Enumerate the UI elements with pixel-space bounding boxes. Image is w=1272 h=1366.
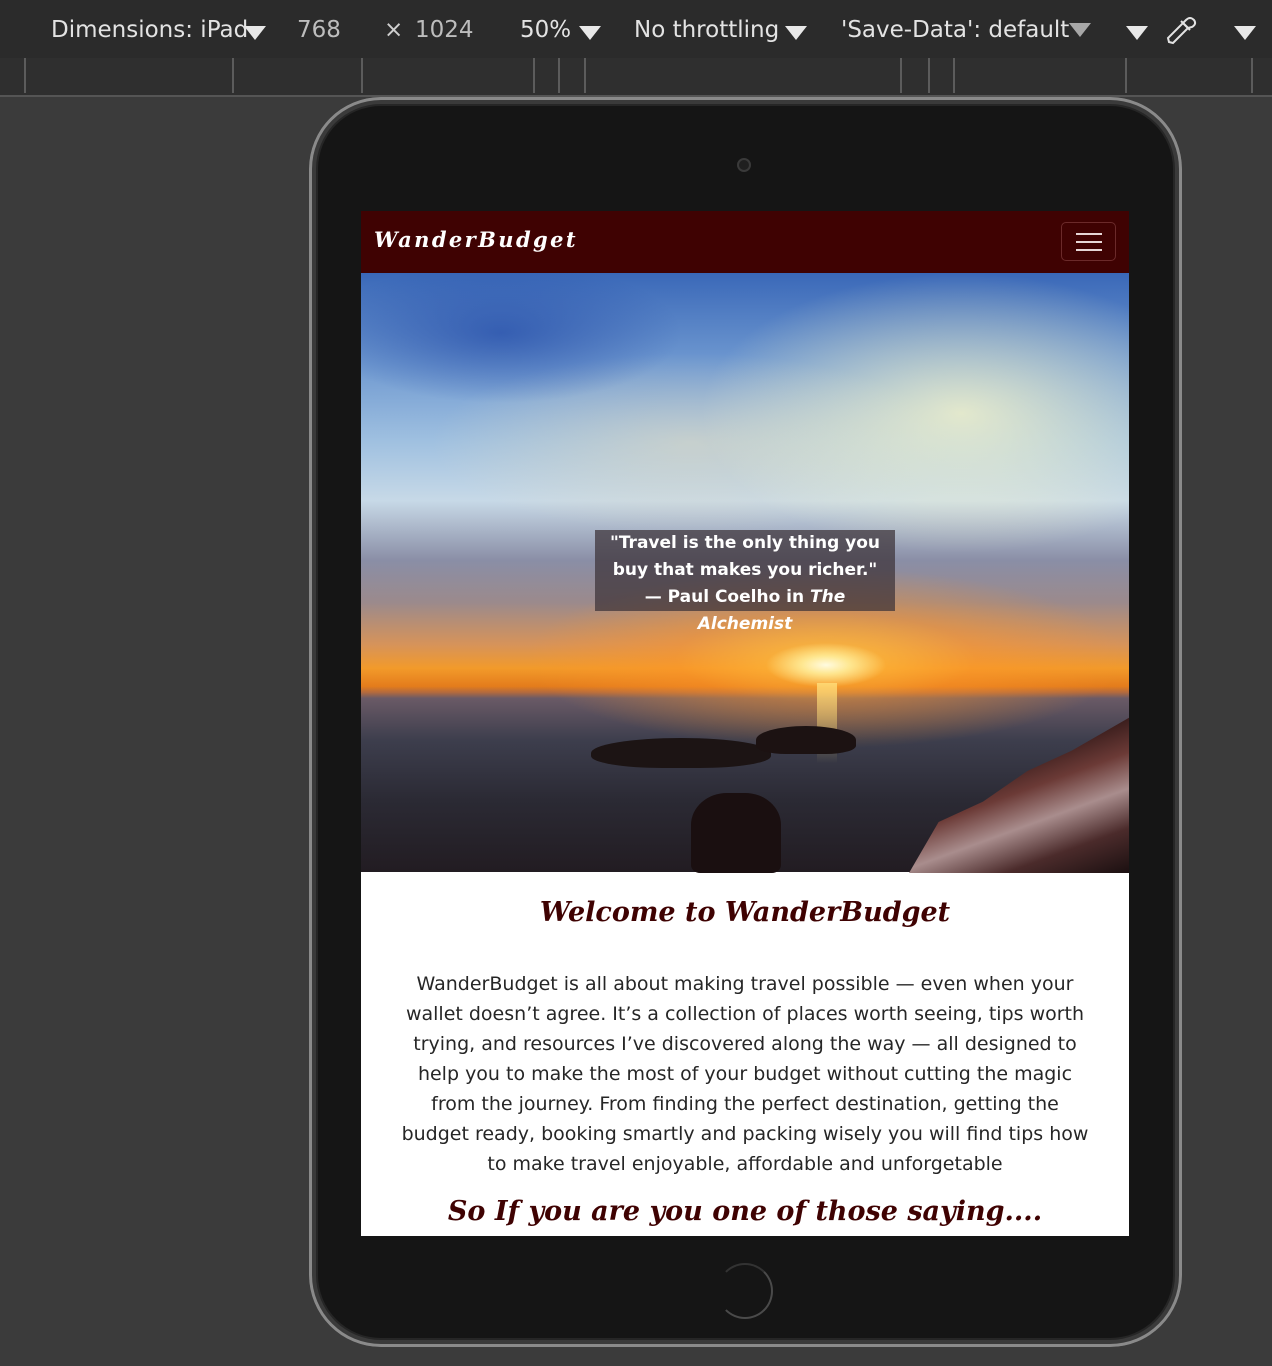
navbar: WanderBudget: [361, 211, 1129, 273]
people-silhouette: [691, 793, 781, 873]
chevron-down-icon[interactable]: [579, 26, 601, 40]
hamburger-bar: [1076, 233, 1102, 235]
devtools-device-toolbar: Dimensions: iPad 768 × 1024 50% No throt…: [0, 0, 1272, 59]
chevron-down-icon[interactable]: [1069, 23, 1091, 37]
ruler-tick: [24, 58, 26, 93]
ruler-tick: [928, 58, 930, 93]
zoom-select[interactable]: 50%: [520, 14, 571, 46]
ruler-tick: [361, 58, 363, 93]
width-input[interactable]: 768: [297, 14, 341, 46]
hamburger-menu-icon[interactable]: [1061, 222, 1116, 261]
camera-icon: [737, 158, 751, 172]
hero-image: "Travel is the only thing you buy that m…: [361, 273, 1129, 873]
device-screen: WanderBudget "Travel is the only thing y…: [361, 211, 1129, 1236]
hero-quote: "Travel is the only thing you buy that m…: [595, 530, 895, 634]
saying-heading: So If you are you one of those saying...…: [447, 1196, 1043, 1227]
ruler-tick: [584, 58, 586, 93]
quote-attribution: — Paul Coelho in The Alchemist: [595, 584, 895, 638]
height-input[interactable]: 1024: [415, 14, 474, 46]
times-icon: ×: [384, 17, 404, 43]
chevron-down-icon[interactable]: [1126, 26, 1148, 40]
ruler-tick: [953, 58, 955, 93]
hamburger-bar: [1076, 241, 1102, 243]
chevron-down-icon[interactable]: [244, 26, 266, 40]
throttling-select[interactable]: No throttling: [634, 14, 779, 46]
quote-text: "Travel is the only thing you buy that m…: [609, 533, 881, 580]
chevron-down-icon[interactable]: [1234, 26, 1256, 40]
dimensions-select[interactable]: Dimensions: iPad: [51, 14, 248, 46]
media-query-bar[interactable]: [0, 58, 1272, 97]
chevron-down-icon[interactable]: [785, 26, 807, 40]
save-data-select[interactable]: 'Save-Data': default: [841, 14, 1069, 46]
rock-silhouette: [756, 726, 856, 754]
home-button-icon[interactable]: [717, 1263, 773, 1319]
ruler-tick: [558, 58, 560, 93]
ruler-tick: [900, 58, 902, 93]
intro-paragraph: WanderBudget is all about making travel …: [401, 973, 1089, 1175]
ruler-tick: [1251, 58, 1253, 93]
ruler-tick: [232, 58, 234, 93]
eyedropper-icon[interactable]: [1163, 12, 1199, 48]
brand-logo[interactable]: WanderBudget: [374, 227, 578, 252]
welcome-heading: Welcome to WanderBudget: [539, 897, 951, 928]
quote-author: — Paul Coelho in: [644, 587, 811, 607]
hamburger-bar: [1076, 249, 1102, 251]
ruler-tick: [533, 58, 535, 93]
ruler-tick: [1125, 58, 1127, 93]
rock-silhouette: [591, 738, 771, 768]
